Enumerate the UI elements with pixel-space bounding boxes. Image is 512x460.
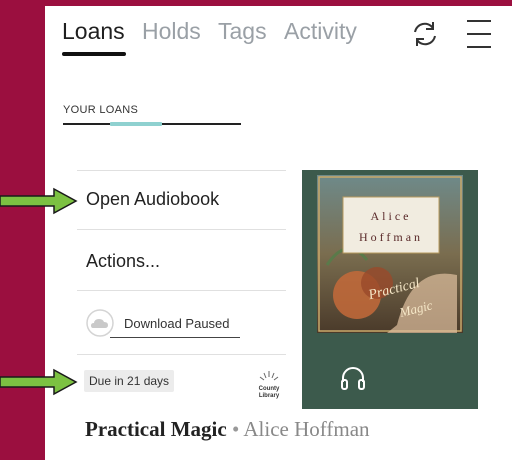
book-title[interactable]: Practical Magic [85,417,227,441]
divider [77,170,286,171]
section-underline-accent [110,122,162,126]
tab-tags[interactable]: Tags [218,18,267,45]
library-logo-line2: Library [259,393,280,399]
headphones-icon [338,363,368,393]
divider [77,290,286,291]
library-logo: County Library [256,368,282,400]
section-label: YOUR LOANS [63,104,139,116]
frame-top-border [0,0,512,6]
cover-author-first: Alice [371,209,412,223]
book-cover[interactable]: Alice Hoffman Practical Magic [302,170,478,409]
open-audiobook-button[interactable]: Open Audiobook [86,189,219,210]
arrow-right-icon [0,187,78,220]
tab-activity[interactable]: Activity [284,18,357,45]
cloud-icon [86,309,114,337]
actions-menu-button[interactable]: Actions... [86,251,160,272]
tab-holds[interactable]: Holds [142,18,201,45]
divider [77,229,286,230]
book-author[interactable]: Alice Hoffman [243,417,369,441]
divider [77,354,286,355]
cover-author-last: Hoffman [359,230,423,244]
due-date-badge: Due in 21 days [84,370,175,392]
book-title-line: Practical Magic • Alice Hoffman [85,417,370,442]
download-paused-label: Download Paused [124,316,230,331]
menu-icon[interactable] [463,18,495,50]
refresh-icon[interactable] [409,18,441,50]
title-separator: • [231,417,240,441]
cover-art: Alice Hoffman Practical Magic [317,175,463,333]
download-underline [110,337,240,338]
download-paused-button[interactable]: Download Paused [86,307,254,341]
library-logo-line1: County [259,386,280,392]
tab-loans[interactable]: Loans [62,18,125,45]
arrow-right-icon [0,368,78,401]
active-tab-indicator [62,52,126,56]
